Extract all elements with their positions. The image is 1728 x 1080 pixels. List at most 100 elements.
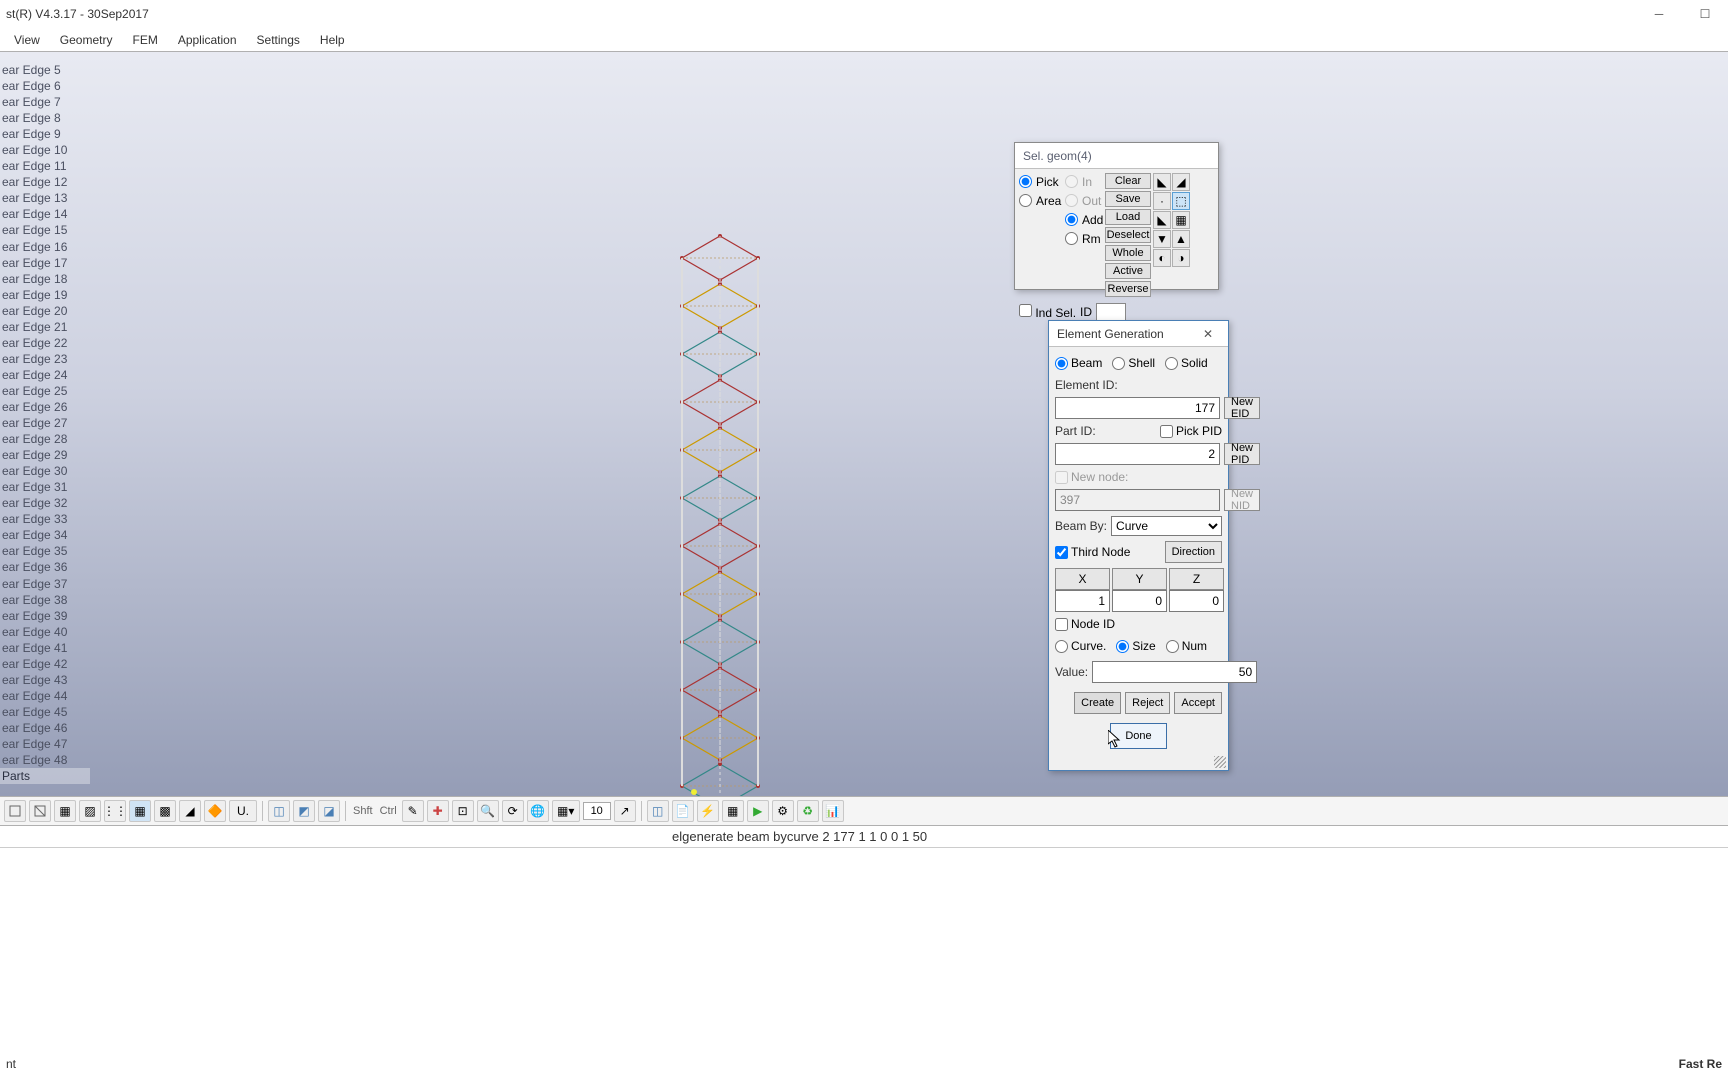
deselect-button[interactable]: Deselect: [1105, 227, 1151, 243]
tree-edge-item[interactable]: ear Edge 34: [0, 527, 90, 543]
tb-number-input[interactable]: [583, 802, 611, 820]
menu-geometry[interactable]: Geometry: [50, 31, 123, 49]
tree-edge-item[interactable]: ear Edge 26: [0, 399, 90, 415]
tree-edge-item[interactable]: ear Edge 39: [0, 608, 90, 624]
elementid-input[interactable]: [1055, 397, 1220, 419]
tree-edge-item[interactable]: ear Edge 20: [0, 303, 90, 319]
reject-button[interactable]: Reject: [1125, 692, 1170, 714]
tree-edge-item[interactable]: ear Edge 16: [0, 239, 90, 255]
filter-icon-8[interactable]: ▲: [1172, 230, 1190, 248]
direction-button[interactable]: Direction: [1165, 541, 1222, 563]
tree-edge-item[interactable]: ear Edge 29: [0, 447, 90, 463]
tree-edge-item[interactable]: ear Edge 35: [0, 543, 90, 559]
indsel-check[interactable]: Ind Sel.: [1019, 304, 1076, 320]
create-button[interactable]: Create: [1074, 692, 1121, 714]
tree-edge-item[interactable]: ear Edge 44: [0, 688, 90, 704]
tb-vec-icon[interactable]: ↗: [614, 800, 636, 822]
filter-icon-10[interactable]: ◑: [1172, 249, 1190, 267]
tb-zoom1-icon[interactable]: ⊡: [452, 800, 474, 822]
area-radio[interactable]: Area: [1019, 192, 1063, 209]
tree-edge-item[interactable]: ear Edge 30: [0, 463, 90, 479]
tree-edge-item[interactable]: ear Edge 28: [0, 431, 90, 447]
tree-edge-item[interactable]: ear Edge 10: [0, 142, 90, 158]
filter-icon-3[interactable]: ·: [1153, 192, 1171, 210]
tree-edge-item[interactable]: ear Edge 21: [0, 319, 90, 335]
partid-input[interactable]: [1055, 443, 1220, 465]
tree-edge-item[interactable]: ear Edge 42: [0, 656, 90, 672]
tb-plus-icon[interactable]: ✚: [427, 800, 449, 822]
maximize-button[interactable]: ☐: [1682, 0, 1728, 28]
resize-grip[interactable]: [1214, 756, 1226, 768]
tb-box1-icon[interactable]: ◫: [268, 800, 290, 822]
filter-icon-7[interactable]: ▼: [1153, 230, 1171, 248]
minimize-button[interactable]: ─: [1636, 0, 1682, 28]
tree-edge-item[interactable]: ear Edge 13: [0, 190, 90, 206]
tree-edge-item[interactable]: ear Edge 7: [0, 94, 90, 110]
whole-button[interactable]: Whole: [1105, 245, 1151, 261]
tree-edge-item[interactable]: ear Edge 38: [0, 592, 90, 608]
clear-button[interactable]: Clear: [1105, 173, 1151, 189]
sel-geom-panel[interactable]: Sel. geom(4) Pick Area In Out Add Rm Cle…: [1014, 142, 1219, 290]
y-input[interactable]: [1112, 590, 1167, 612]
tb-cube1-icon[interactable]: [4, 800, 26, 822]
tree-edge-item[interactable]: ear Edge 6: [0, 78, 90, 94]
tb-box4-icon[interactable]: ◫: [647, 800, 669, 822]
element-generation-dialog[interactable]: Element Generation ✕ Beam Shell Solid El…: [1048, 320, 1229, 771]
id-input[interactable]: [1096, 303, 1126, 321]
tb-cube4-icon[interactable]: ▨: [79, 800, 101, 822]
viewport[interactable]: ear Edge 5ear Edge 6ear Edge 7ear Edge 8…: [0, 52, 1728, 796]
tb-dots-icon[interactable]: ⋮⋮: [104, 800, 126, 822]
thirdnode-check[interactable]: Third Node: [1055, 545, 1130, 559]
tb-cube6-icon[interactable]: ▩: [154, 800, 176, 822]
menu-application[interactable]: Application: [168, 31, 247, 49]
tb-box2-icon[interactable]: ◩: [293, 800, 315, 822]
num-radio[interactable]: Num: [1166, 639, 1207, 653]
tree-edge-item[interactable]: ear Edge 22: [0, 335, 90, 351]
rm-radio[interactable]: Rm: [1065, 230, 1103, 247]
tb-cube-dd-icon[interactable]: ▦▾: [552, 800, 580, 822]
tree-edge-item[interactable]: ear Edge 32: [0, 495, 90, 511]
tb-refresh-icon[interactable]: ♻: [797, 800, 819, 822]
tb-cube5-icon[interactable]: ▦: [129, 800, 151, 822]
model-tree[interactable]: ear Edge 5ear Edge 6ear Edge 7ear Edge 8…: [0, 62, 90, 784]
x-input[interactable]: [1055, 590, 1110, 612]
tb-tri-icon[interactable]: ◢: [179, 800, 201, 822]
active-button[interactable]: Active: [1105, 263, 1151, 279]
filter-icon-1[interactable]: ◣: [1153, 173, 1171, 191]
menu-settings[interactable]: Settings: [247, 31, 310, 49]
curve-radio[interactable]: Curve.: [1055, 639, 1106, 653]
tree-edge-item[interactable]: ear Edge 31: [0, 479, 90, 495]
tb-brush-icon[interactable]: ✎: [402, 800, 424, 822]
tree-edge-item[interactable]: ear Edge 25: [0, 383, 90, 399]
tb-u-icon[interactable]: U.: [229, 800, 257, 822]
tree-edge-item[interactable]: ear Edge 47: [0, 736, 90, 752]
solid-radio[interactable]: Solid: [1165, 356, 1208, 370]
tb-play-icon[interactable]: ▶: [747, 800, 769, 822]
tb-color-icon[interactable]: 🔶: [204, 800, 226, 822]
done-button[interactable]: Done: [1110, 723, 1166, 749]
tree-edge-item[interactable]: ear Edge 23: [0, 351, 90, 367]
tree-edge-item[interactable]: ear Edge 14: [0, 206, 90, 222]
tree-edge-item[interactable]: ear Edge 17: [0, 255, 90, 271]
tree-edge-item[interactable]: ear Edge 24: [0, 367, 90, 383]
z-input[interactable]: [1169, 590, 1224, 612]
tb-light-icon[interactable]: ⚡: [697, 800, 719, 822]
filter-icon-6[interactable]: ▦: [1172, 211, 1190, 229]
tb-checker-icon[interactable]: ▦: [722, 800, 744, 822]
tree-edge-item[interactable]: ear Edge 19: [0, 287, 90, 303]
size-radio[interactable]: Size: [1116, 639, 1155, 653]
shell-radio[interactable]: Shell: [1112, 356, 1155, 370]
tb-rotate-icon[interactable]: ⟳: [502, 800, 524, 822]
beam-radio[interactable]: Beam: [1055, 356, 1102, 370]
add-radio[interactable]: Add: [1065, 211, 1103, 228]
reverse-button[interactable]: Reverse: [1105, 281, 1151, 297]
pickpid-check[interactable]: Pick PID: [1160, 424, 1222, 438]
tree-edge-item[interactable]: ear Edge 5: [0, 62, 90, 78]
newpid-button[interactable]: New PID: [1224, 443, 1260, 465]
tb-doc-icon[interactable]: 📄: [672, 800, 694, 822]
tb-zoom2-icon[interactable]: 🔍: [477, 800, 499, 822]
tb-box3-icon[interactable]: ◪: [318, 800, 340, 822]
tb-cube3-icon[interactable]: ▦: [54, 800, 76, 822]
tree-edge-item[interactable]: ear Edge 33: [0, 511, 90, 527]
tree-edge-item[interactable]: ear Edge 11: [0, 158, 90, 174]
